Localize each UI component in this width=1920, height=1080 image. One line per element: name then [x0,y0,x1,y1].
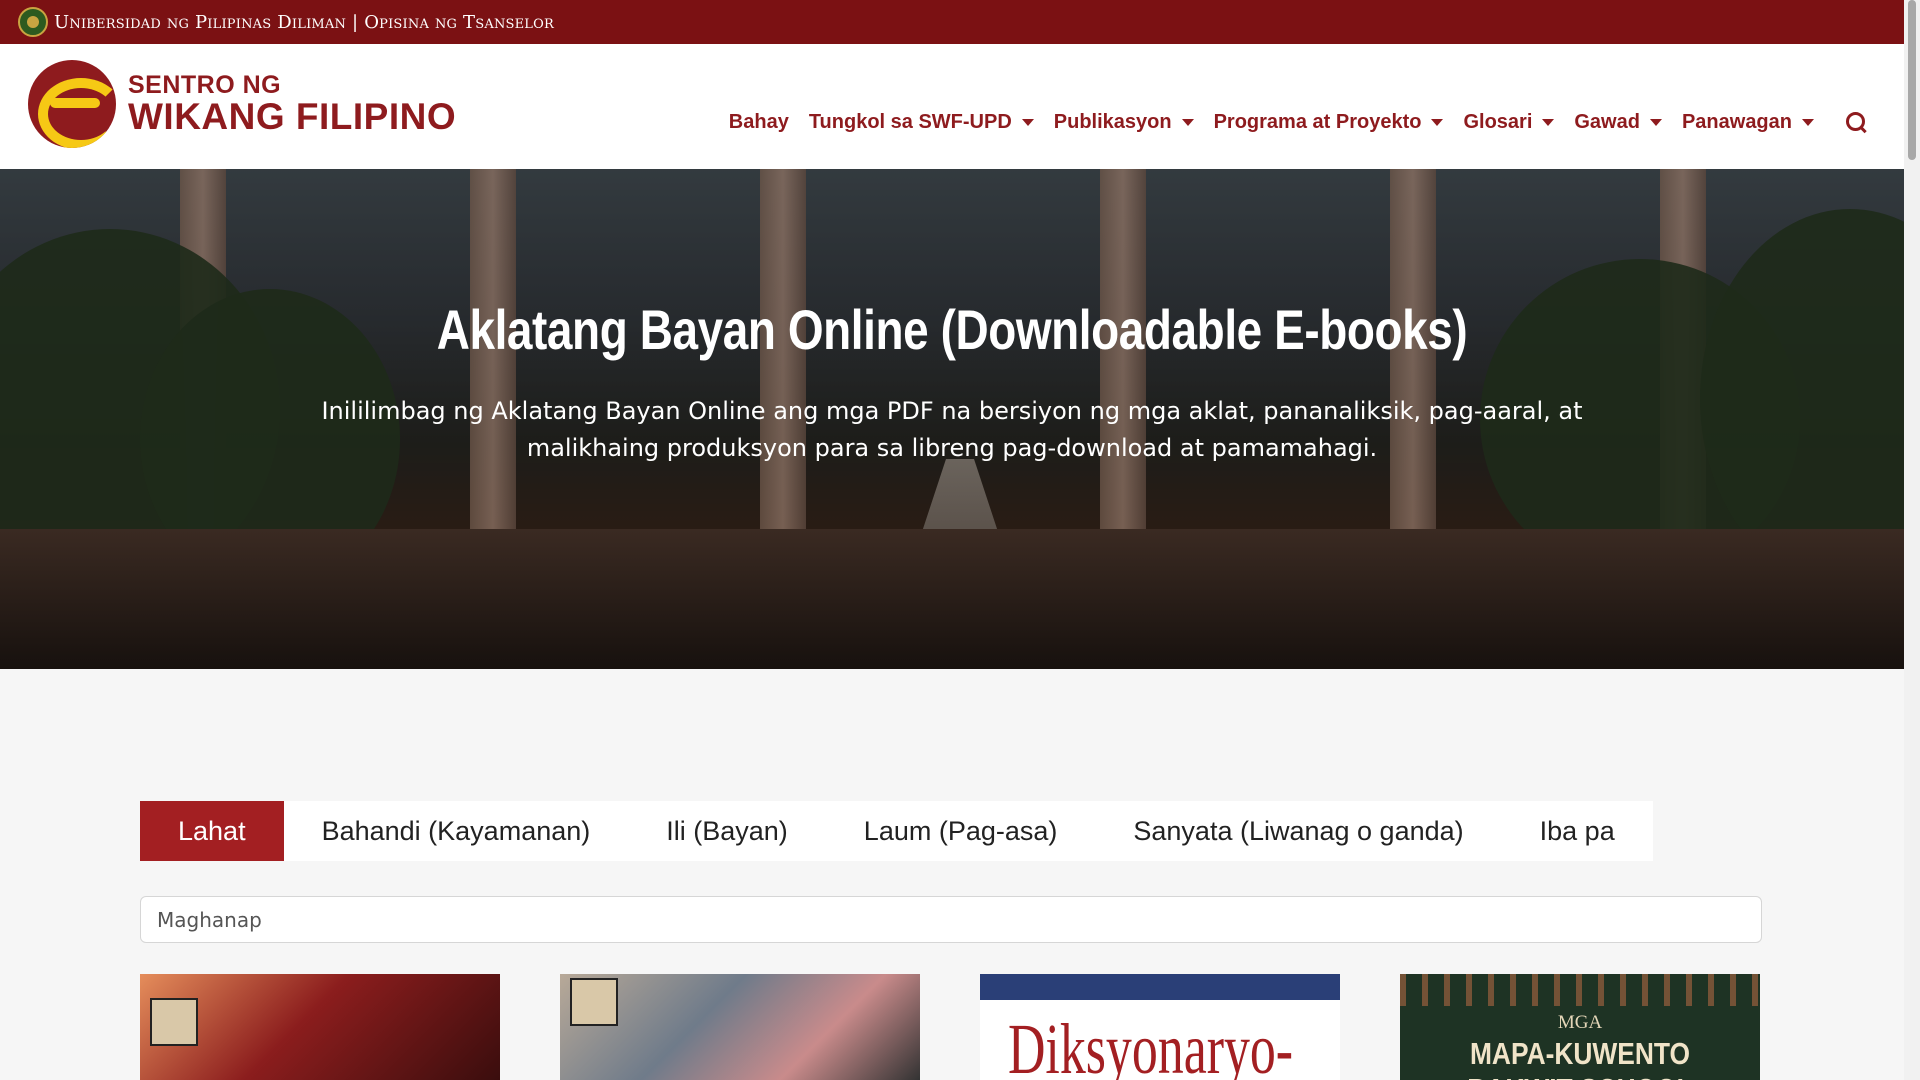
nav-label: Bahay [728,110,789,133]
nav-label: Publikasyon [1053,110,1172,133]
caret-down-icon [1802,118,1814,126]
scrollbar-thumb[interactable] [1908,0,1916,160]
hero-bg-ground [0,529,1904,669]
tab-bahandi[interactable]: Bahandi (Kayamanan) [284,801,629,861]
tab-sanyata[interactable]: Sanyata (Liwanag o ganda) [1095,801,1501,861]
logo-text: SENTRO NG WIKANG FILIPINO [128,71,457,137]
nav-label: Tungkol sa SWF-UPD [808,110,1012,133]
tab-ili[interactable]: Ili (Bayan) [628,801,826,861]
ebook-cover-image [570,978,618,1026]
ebook-cover-title: MAPA-KUWENTO [1469,1036,1691,1071]
caret-down-icon [1542,118,1555,126]
ebook-cover-band [980,974,1340,1000]
tab-laum[interactable]: Laum (Pag-asa) [826,801,1096,861]
nav-label: Programa at Proyekto [1213,110,1422,133]
caret-down-icon [1649,118,1662,126]
ebook-card[interactable]: MGA MAPA-KUWENTO BAKWIT SCHOOL [1400,974,1760,1080]
caret-down-icon [1431,118,1444,126]
nav-item-gawad[interactable]: Gawad [1574,111,1662,134]
nav-label: Glosari [1463,110,1533,133]
nav-item-tungkol[interactable]: Tungkol sa SWF-UPD [809,111,1034,134]
nav-item-programa[interactable]: Programa at Proyekto [1214,111,1444,134]
top-bar: Unibersidad ng Pilipinas Diliman | Opisi… [0,0,1904,44]
ebook-cover-title-line2: BAKWIT SCHOOL [1427,1072,1733,1080]
page-title: Aklatang Bayan Online (Downloadable E-bo… [436,298,1468,361]
ebook-cover-title: Diksyonaryo- [1008,1009,1294,1080]
site-header: SENTRO NG WIKANG FILIPINO Bahay Tungkol … [0,44,1904,169]
swf-logo-icon [28,60,116,148]
main-nav: Bahay Tungkol sa SWF-UPD Publikasyon Pro… [709,110,1868,134]
ebook-card[interactable]: Diksyonaryo- [980,974,1340,1080]
top-bar-text[interactable]: Unibersidad ng Pilipinas Diliman | Opisi… [54,12,554,33]
page-scrollbar[interactable] [1904,0,1920,1080]
site-logo[interactable]: SENTRO NG WIKANG FILIPINO [28,60,456,148]
up-seal-icon [18,7,48,37]
ebook-card[interactable] [560,974,920,1080]
ebook-cover-pattern [1400,974,1760,1006]
nav-item-panawagan[interactable]: Panawagan [1682,111,1814,134]
tab-lahat[interactable]: Lahat [140,801,284,861]
category-tabs: Lahat Bahandi (Kayamanan) Ili (Bayan) La… [140,801,1653,861]
ebook-cover-image [150,998,198,1046]
search-input[interactable]: Maghanap [140,896,1762,943]
logo-line-2: WIKANG FILIPINO [128,96,457,137]
nav-label: Panawagan [1681,110,1792,133]
logo-line-1: SENTRO NG [128,71,282,99]
nav-label: Gawad [1574,110,1640,133]
nav-item-glosari[interactable]: Glosari [1463,110,1555,134]
search-icon[interactable] [1844,110,1868,134]
ebook-listing: Lahat Bahandi (Kayamanan) Ili (Bayan) La… [0,669,1904,1080]
caret-down-icon [1181,118,1194,126]
nav-item-publikasyon[interactable]: Publikasyon [1054,111,1194,134]
hero-banner: Aklatang Bayan Online (Downloadable E-bo… [0,169,1904,669]
nav-item-bahay[interactable]: Bahay [729,111,789,134]
ebook-cover-subtitle: MGA [1557,1012,1603,1033]
page-description: Inililimbag ng Aklatang Bayan Online ang… [321,397,1583,462]
tab-iba-pa[interactable]: Iba pa [1502,801,1653,861]
caret-down-icon [1021,118,1034,126]
ebook-card[interactable] [140,974,500,1080]
